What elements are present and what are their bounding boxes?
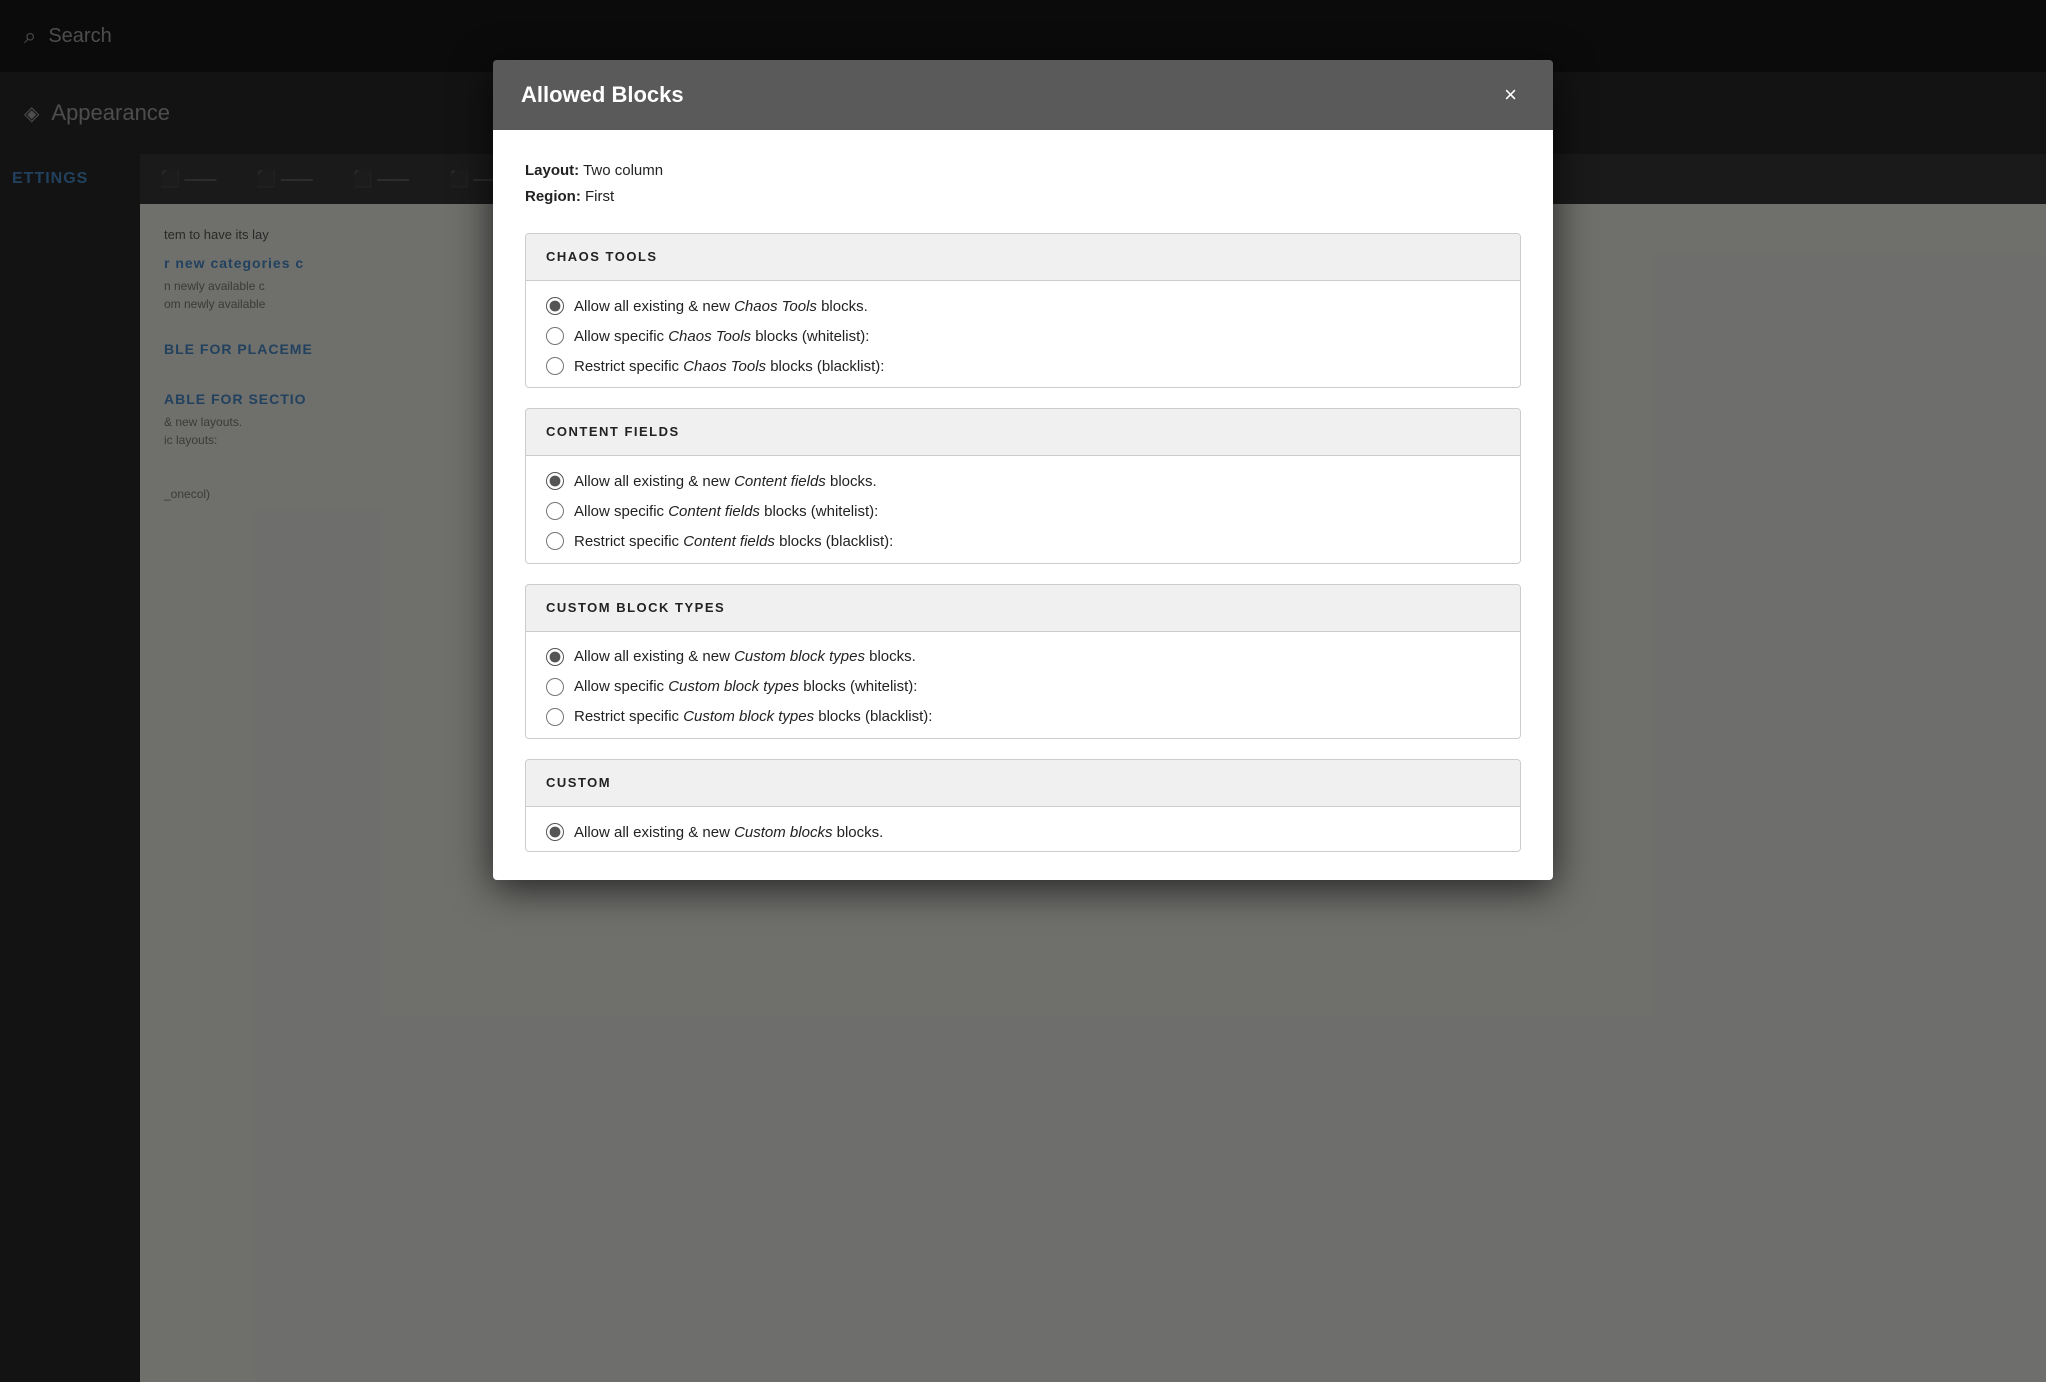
content-fields-label-restrict: Restrict specific Content fields blocks … (574, 533, 893, 550)
custom-block-types-title: CUSTOM BLOCK TYPES (546, 600, 725, 615)
custom-header: CUSTOM (526, 760, 1520, 807)
modal-close-button[interactable]: × (1496, 80, 1525, 110)
chaos-tools-option-all[interactable]: Allow all existing & new Chaos Tools blo… (546, 297, 1500, 315)
content-fields-label-all: Allow all existing & new Content fields … (574, 473, 877, 490)
content-fields-option-specific[interactable]: Allow specific Content fields blocks (wh… (546, 502, 1500, 520)
custom-block-types-label-all: Allow all existing & new Custom block ty… (574, 648, 916, 665)
chaos-tools-body: Allow all existing & new Chaos Tools blo… (526, 281, 1520, 388)
content-fields-body: Allow all existing & new Content fields … (526, 456, 1520, 563)
content-fields-radio-restrict[interactable] (546, 532, 564, 550)
custom-block-types-option-restrict[interactable]: Restrict specific Custom block types blo… (546, 708, 1500, 726)
modal-header: Allowed Blocks × (493, 60, 1553, 130)
block-section-custom: CUSTOM Allow all existing & new Custom b… (525, 759, 1521, 852)
modal-info: Layout: Two column Region: First (525, 158, 1521, 209)
custom-block-types-radio-specific[interactable] (546, 678, 564, 696)
custom-block-types-option-all[interactable]: Allow all existing & new Custom block ty… (546, 648, 1500, 666)
layout-value: Two column (583, 162, 663, 179)
content-fields-option-all[interactable]: Allow all existing & new Content fields … (546, 472, 1500, 490)
custom-block-types-header: CUSTOM BLOCK TYPES (526, 585, 1520, 632)
block-section-chaos-tools: CHAOS TOOLS Allow all existing & new Cha… (525, 233, 1521, 388)
chaos-tools-radio-all[interactable] (546, 297, 564, 315)
modal-title: Allowed Blocks (521, 82, 684, 108)
block-section-content-fields: CONTENT FIELDS Allow all existing & new … (525, 408, 1521, 563)
custom-radio-all[interactable] (546, 823, 564, 841)
modal-body: Layout: Two column Region: First CHAOS T… (493, 130, 1553, 880)
content-fields-label-specific: Allow specific Content fields blocks (wh… (574, 503, 878, 520)
custom-block-types-option-specific[interactable]: Allow specific Custom block types blocks… (546, 678, 1500, 696)
chaos-tools-title: CHAOS TOOLS (546, 249, 658, 264)
chaos-tools-option-restrict[interactable]: Restrict specific Chaos Tools blocks (bl… (546, 357, 1500, 375)
layout-label: Layout: (525, 162, 579, 179)
chaos-tools-header: CHAOS TOOLS (526, 234, 1520, 281)
chaos-tools-radio-restrict[interactable] (546, 357, 564, 375)
custom-label-all: Allow all existing & new Custom blocks b… (574, 824, 883, 841)
region-label: Region: (525, 188, 581, 205)
custom-body: Allow all existing & new Custom blocks b… (526, 807, 1520, 852)
content-fields-header: CONTENT FIELDS (526, 409, 1520, 456)
chaos-tools-radio-specific[interactable] (546, 327, 564, 345)
content-fields-radio-all[interactable] (546, 472, 564, 490)
chaos-tools-label-specific: Allow specific Chaos Tools blocks (white… (574, 328, 869, 345)
custom-block-types-label-restrict: Restrict specific Custom block types blo… (574, 708, 932, 725)
chaos-tools-option-specific[interactable]: Allow specific Chaos Tools blocks (white… (546, 327, 1500, 345)
layout-info: Layout: Two column (525, 158, 1521, 184)
region-value: First (585, 188, 614, 205)
custom-block-types-body: Allow all existing & new Custom block ty… (526, 632, 1520, 739)
region-info: Region: First (525, 184, 1521, 210)
content-fields-title: CONTENT FIELDS (546, 424, 680, 439)
chaos-tools-label-all: Allow all existing & new Chaos Tools blo… (574, 298, 868, 315)
custom-block-types-label-specific: Allow specific Custom block types blocks… (574, 678, 917, 695)
custom-title: CUSTOM (546, 775, 611, 790)
chaos-tools-label-restrict: Restrict specific Chaos Tools blocks (bl… (574, 358, 884, 375)
modal-overlay: Allowed Blocks × Layout: Two column Regi… (0, 0, 2046, 1382)
content-fields-option-restrict[interactable]: Restrict specific Content fields blocks … (546, 532, 1500, 550)
custom-block-types-radio-all[interactable] (546, 648, 564, 666)
content-fields-radio-specific[interactable] (546, 502, 564, 520)
allowed-blocks-modal: Allowed Blocks × Layout: Two column Regi… (493, 60, 1553, 880)
block-section-custom-block-types: CUSTOM BLOCK TYPES Allow all existing & … (525, 584, 1521, 739)
custom-option-all[interactable]: Allow all existing & new Custom blocks b… (546, 823, 1500, 841)
custom-block-types-radio-restrict[interactable] (546, 708, 564, 726)
